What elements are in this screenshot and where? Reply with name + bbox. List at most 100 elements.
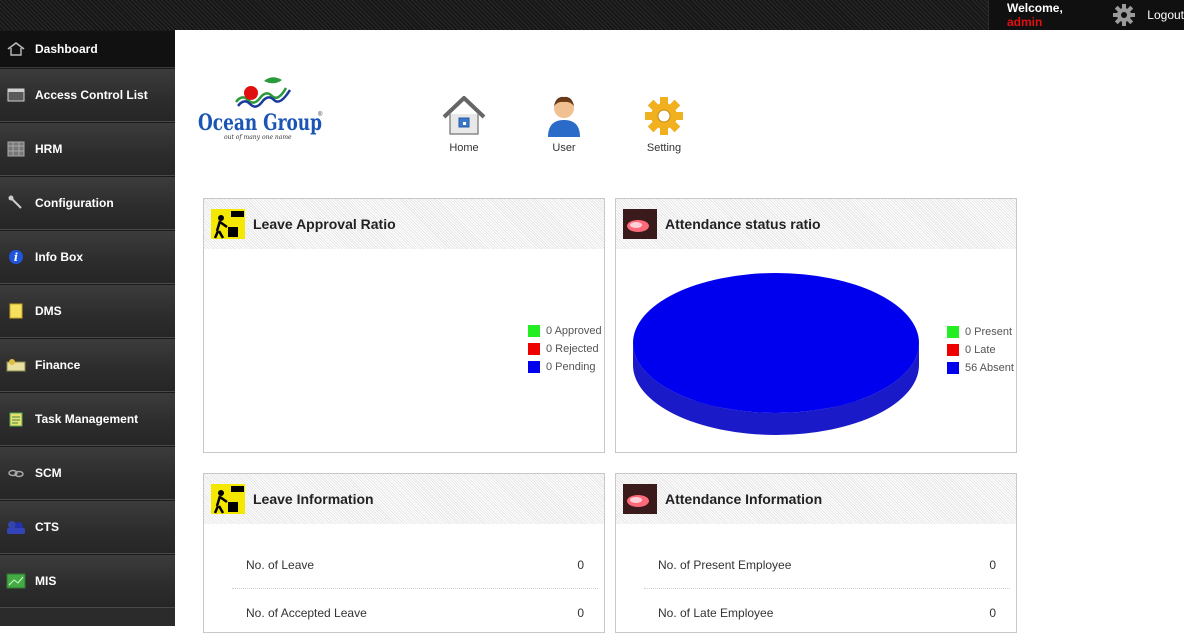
sidebar-item-hrm[interactable]: HRM — [0, 122, 175, 176]
sidebar-item-task-management[interactable]: Task Management — [0, 392, 175, 446]
user-area: Welcome, admin Logout — [988, 0, 1184, 30]
info-row-accepted-leave: No. of Accepted Leave 0 — [232, 589, 598, 632]
panel-title: Attendance status ratio — [665, 216, 821, 232]
pie-slice-absent — [633, 273, 919, 413]
logout-link[interactable]: Logout — [1147, 8, 1184, 22]
attendance-pie-chart — [633, 273, 919, 435]
sidebar-item-scm[interactable]: SCM — [0, 446, 175, 500]
sidebar-item-access-control-list[interactable]: Access Control List — [0, 68, 175, 122]
grid-icon — [6, 141, 26, 157]
logo-tagline: out of many one name — [224, 134, 292, 141]
top-bar: Welcome, admin Logout — [0, 0, 1184, 30]
legend-item-approved: 0 Approved — [528, 322, 602, 340]
legend-label: 0 Present — [965, 326, 1013, 338]
quick-link-user[interactable]: User — [534, 94, 594, 154]
quick-link-label: Setting — [646, 142, 682, 154]
sidebar-item-label: CTS — [35, 520, 59, 534]
info-value: 0 — [577, 557, 584, 572]
chain-icon — [6, 465, 26, 481]
sidebar-item-label: HRM — [35, 142, 63, 156]
chart-legend: 0 Approved 0 Rejected 0 Pending — [528, 322, 602, 376]
panel-title: Leave Approval Ratio — [253, 216, 396, 232]
legend-item-late: 0 Late — [947, 341, 1014, 359]
sidebar-item-label: Finance — [35, 358, 81, 372]
sidebar-item-cts[interactable]: CTS — [0, 500, 175, 554]
leave-approval-ratio-panel: Leave Approval Ratio 0 Approved 0 Reject… — [203, 198, 605, 453]
quick-link-label: Home — [449, 142, 479, 154]
chart-legend: 0 Present 0 Late 56 Absent — [947, 323, 1014, 377]
sidebar-item-label: Dashboard — [35, 42, 98, 56]
legend-swatch-absent — [947, 362, 959, 374]
panel-title: Attendance Information — [665, 491, 823, 507]
logo-text: Ocean Group — [198, 110, 322, 136]
legend-item-pending: 0 Pending — [528, 358, 602, 376]
info-value: 0 — [577, 605, 584, 620]
panel-header: Attendance Information — [616, 474, 1016, 524]
quick-link-label: User — [552, 142, 576, 154]
sidebar-item-mis[interactable]: MIS — [0, 554, 175, 608]
window-icon — [6, 87, 26, 103]
ocean-group-logo: Ocean Group out of many one name ® — [198, 76, 328, 142]
wrench-icon — [6, 195, 26, 211]
worker-sign-icon — [211, 209, 245, 239]
sidebar-item-label: Access Control List — [35, 88, 148, 102]
sidebar-item-finance[interactable]: Finance — [0, 338, 175, 392]
svg-text:®: ® — [318, 111, 323, 118]
sidebar-item-label: Info Box — [35, 250, 83, 264]
legend-swatch-late — [947, 344, 959, 356]
legend-label: 0 Rejected — [546, 343, 599, 355]
info-value: 0 — [989, 605, 996, 620]
legend-item-present: 0 Present — [947, 323, 1014, 341]
info-row-late-employee: No. of Late Employee 0 — [644, 589, 1010, 632]
group-icon — [6, 519, 26, 535]
legend-swatch-approved — [528, 325, 540, 337]
sidebar-item-dashboard[interactable]: Dashboard — [0, 30, 175, 68]
info-label: No. of Accepted Leave — [246, 605, 367, 620]
sidebar-item-label: MIS — [35, 574, 57, 588]
legend-label: 0 Pending — [546, 361, 596, 373]
info-row-present-employee: No. of Present Employee 0 — [644, 541, 1010, 589]
legend-swatch-rejected — [528, 343, 540, 355]
settings-gear-icon[interactable] — [1111, 2, 1137, 28]
info-label: No. of Leave — [246, 557, 315, 572]
house-icon — [442, 94, 486, 138]
sidebar-item-label: Configuration — [35, 196, 114, 210]
info-row-no-of-leave: No. of Leave 0 — [232, 541, 598, 589]
fingerprint-scanner-icon — [623, 209, 657, 239]
gear-icon — [642, 94, 686, 138]
sidebar-item-info-box[interactable]: i Info Box — [0, 230, 175, 284]
info-label: No. of Present Employee — [658, 557, 792, 572]
panel-header: Attendance status ratio — [616, 199, 1016, 249]
user-icon — [542, 94, 586, 138]
clipboard-icon — [6, 411, 26, 427]
fingerprint-scanner-icon — [623, 484, 657, 514]
sidebar: Dashboard Access Control List HRM Config… — [0, 30, 175, 626]
document-icon — [6, 303, 26, 319]
legend-label: 0 Approved — [546, 325, 602, 337]
sidebar-item-dms[interactable]: DMS — [0, 284, 175, 338]
username: admin — [1007, 15, 1043, 29]
sidebar-item-label: DMS — [35, 304, 62, 318]
sidebar-item-label: SCM — [35, 466, 62, 480]
sidebar-item-configuration[interactable]: Configuration — [0, 176, 175, 230]
quick-link-setting[interactable]: Setting — [634, 94, 694, 154]
quick-link-home[interactable]: Home — [434, 94, 494, 154]
home-icon — [6, 41, 26, 57]
chart-icon — [6, 573, 26, 589]
panel-header: Leave Approval Ratio — [204, 199, 604, 249]
legend-label: 0 Late — [965, 344, 996, 356]
worker-sign-icon — [211, 484, 245, 514]
legend-swatch-present — [947, 326, 959, 338]
leave-information-panel: Leave Information No. of Leave 0 No. of … — [203, 473, 605, 633]
panel-header: Leave Information — [204, 474, 604, 524]
welcome-text: Welcome, admin — [1007, 1, 1063, 29]
sidebar-item-label: Task Management — [35, 412, 139, 426]
svg-text:i: i — [14, 251, 18, 264]
panel-title: Leave Information — [253, 491, 374, 507]
legend-swatch-pending — [528, 361, 540, 373]
money-icon — [6, 357, 26, 373]
legend-label: 56 Absent — [965, 362, 1014, 374]
attendance-status-ratio-panel: Attendance status ratio 0 Present 0 Late… — [615, 198, 1017, 453]
info-icon: i — [6, 249, 26, 265]
attendance-information-panel: Attendance Information No. of Present Em… — [615, 473, 1017, 633]
